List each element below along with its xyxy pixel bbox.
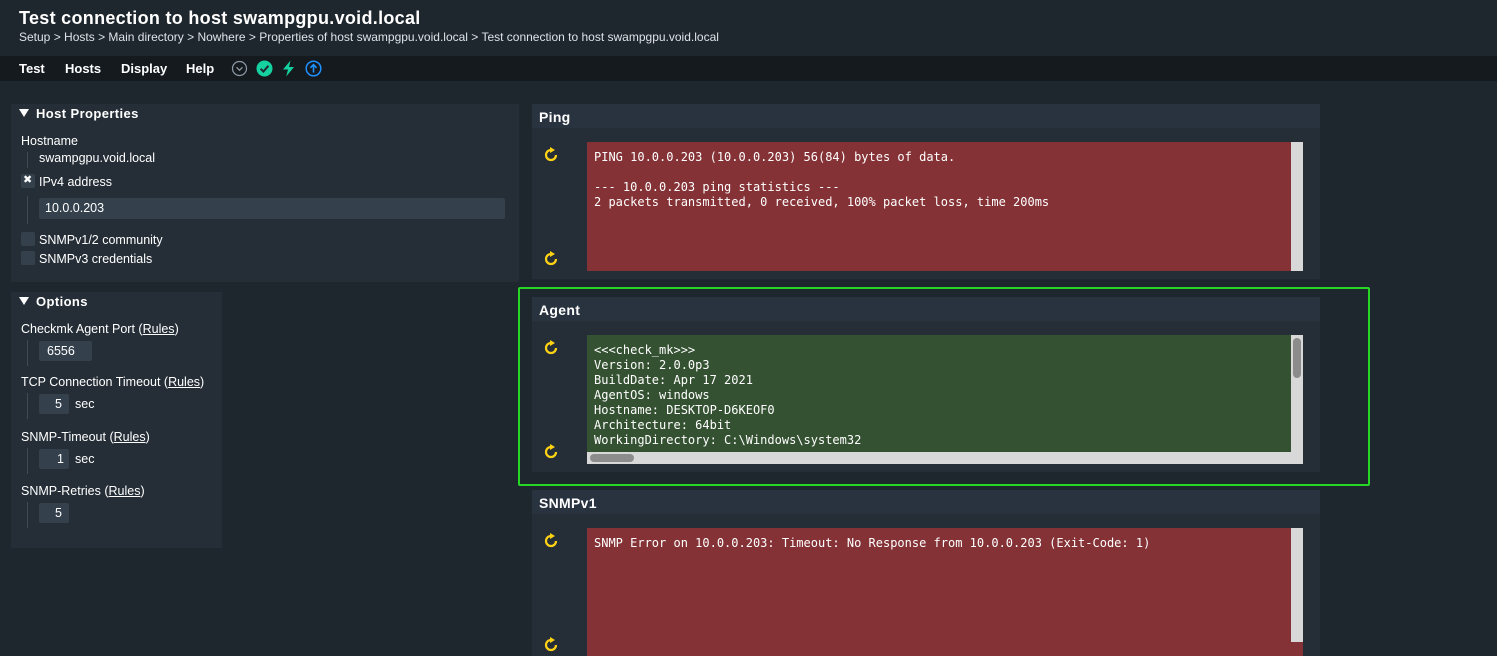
snmpv1-section: SNMPv1 SNMP Error on 10.0.0.203: Timeout…: [532, 490, 1320, 656]
breadcrumb: Setup > Hosts > Main directory > Nowhere…: [19, 30, 719, 44]
agent-highlight-frame: [518, 287, 1370, 486]
options-panel: Options Checkmk Agent Port (Rules) 6556 …: [11, 292, 222, 548]
ipv4-label: IPv4 address: [39, 175, 112, 189]
snmp-timeout-label: SNMP-Timeout (Rules): [21, 430, 150, 444]
menu-help[interactable]: Help: [186, 61, 214, 76]
snmpv1-output[interactable]: SNMP Error on 10.0.0.203: Timeout: No Re…: [587, 528, 1303, 656]
breadcrumb-item-setup[interactable]: Setup: [19, 30, 50, 44]
agent-port-field[interactable]: 6556: [39, 341, 92, 361]
snmp-community-checkbox[interactable]: [21, 232, 35, 246]
snmp-v3-checkbox[interactable]: [21, 251, 35, 265]
snmp-v3-label: SNMPv3 credentials: [39, 252, 153, 266]
ping-section: Ping PING 10.0.0.203 (10.0.0.203) 56(84)…: [532, 104, 1320, 279]
lightning-icon[interactable]: [280, 60, 297, 77]
breadcrumb-item-main-directory[interactable]: Main directory: [108, 30, 183, 44]
hostname-value: swampgpu.void.local: [39, 151, 156, 165]
indent-line: [27, 448, 28, 474]
ping-title: Ping: [539, 109, 571, 125]
snmp-timeout-field[interactable]: 1: [39, 449, 69, 469]
menu-hosts[interactable]: Hosts: [65, 61, 101, 76]
breadcrumb-item-hosts[interactable]: Hosts: [64, 30, 95, 44]
ipv4-address-field[interactable]: 10.0.0.203: [39, 198, 505, 219]
breadcrumb-item-current: Test connection to host swampgpu.void.lo…: [481, 30, 719, 44]
host-properties-panel: Host Properties Hostname swampgpu.void.l…: [11, 104, 519, 282]
chevron-down-icon[interactable]: [231, 60, 248, 77]
snmp-retries-label: SNMP-Retries (Rules): [21, 484, 145, 498]
rules-link[interactable]: Rules: [114, 430, 146, 444]
rules-link[interactable]: Rules: [109, 484, 141, 498]
rules-link[interactable]: Rules: [168, 375, 200, 389]
agent-port-label: Checkmk Agent Port (Rules): [21, 322, 179, 336]
snmp-timeout-unit: sec: [75, 452, 95, 466]
tcp-timeout-unit: sec: [75, 397, 95, 411]
page-header: Test connection to host swampgpu.void.lo…: [0, 0, 1497, 56]
snmpv1-title: SNMPv1: [539, 495, 597, 511]
menu-display[interactable]: Display: [121, 61, 167, 76]
page-title: Test connection to host swampgpu.void.lo…: [19, 8, 421, 28]
options-title: Options: [36, 294, 88, 309]
vertical-scrollbar[interactable]: [1291, 528, 1303, 642]
upload-icon[interactable]: [305, 60, 322, 77]
reload-icon[interactable]: [543, 147, 559, 163]
breadcrumb-item-nowhere[interactable]: Nowhere: [197, 30, 245, 44]
collapse-triangle-icon: [19, 109, 29, 117]
rules-link[interactable]: Rules: [143, 322, 175, 336]
menu-test[interactable]: Test: [19, 61, 45, 76]
indent-line: [27, 502, 28, 528]
host-properties-header[interactable]: Host Properties: [11, 104, 519, 124]
resize-handle[interactable]: [1291, 259, 1303, 271]
ipv4-checkbox[interactable]: [21, 173, 35, 188]
menu-bar: Test Hosts Display Help: [0, 56, 1497, 81]
vertical-scrollbar[interactable]: [1291, 142, 1303, 259]
indent-line: [27, 196, 28, 224]
reload-icon[interactable]: [543, 533, 559, 549]
tcp-timeout-field[interactable]: 5: [39, 394, 69, 414]
breadcrumb-item-properties[interactable]: Properties of host swampgpu.void.local: [259, 30, 468, 44]
check-circle-icon[interactable]: [256, 60, 273, 77]
indent-line: [27, 340, 28, 366]
hostname-label: Hostname: [21, 134, 78, 148]
host-properties-title: Host Properties: [36, 106, 139, 121]
snmp-retries-field[interactable]: 5: [39, 503, 69, 523]
indent-line: [27, 393, 28, 419]
tcp-timeout-label: TCP Connection Timeout (Rules): [21, 375, 205, 389]
snmp-community-label: SNMPv1/2 community: [39, 233, 163, 247]
options-header[interactable]: Options: [11, 292, 222, 312]
indent-line: [27, 152, 28, 168]
reload-icon[interactable]: [543, 251, 559, 267]
reload-icon[interactable]: [543, 637, 559, 653]
ping-output[interactable]: PING 10.0.0.203 (10.0.0.203) 56(84) byte…: [587, 142, 1303, 271]
collapse-triangle-icon: [19, 297, 29, 305]
